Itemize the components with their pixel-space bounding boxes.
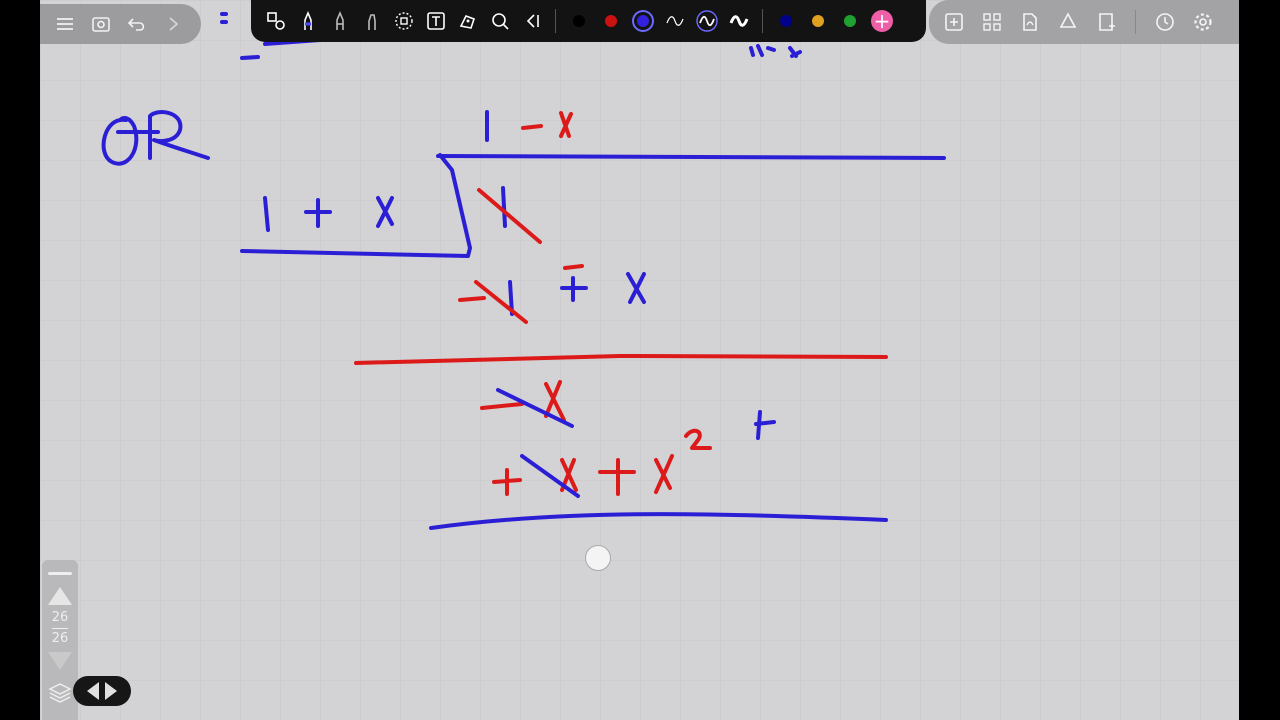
- highlighter-icon[interactable]: [357, 6, 387, 36]
- recycle-icon[interactable]: [1053, 7, 1083, 37]
- pencil-icon[interactable]: [325, 6, 355, 36]
- page-arrows: [73, 676, 131, 706]
- menu-icon[interactable]: [50, 9, 80, 39]
- color-red-swatch[interactable]: [596, 6, 626, 36]
- camera-icon[interactable]: [86, 9, 116, 39]
- redo-icon[interactable]: [158, 9, 188, 39]
- color-blue-swatch[interactable]: [628, 6, 658, 36]
- bookmark-add-icon[interactable]: [1091, 7, 1121, 37]
- previous-page-icon[interactable]: [87, 682, 99, 700]
- grid-view-icon[interactable]: [977, 7, 1007, 37]
- stroke-medium-icon[interactable]: [692, 6, 722, 36]
- right-toolbar: [929, 0, 1239, 44]
- shapes-icon[interactable]: [261, 6, 291, 36]
- ink-or: [101, 110, 210, 166]
- next-page-icon[interactable]: [105, 682, 117, 700]
- pointer-cursor: [585, 545, 611, 571]
- page-down-icon[interactable]: [48, 652, 72, 670]
- text-icon[interactable]: [421, 6, 451, 36]
- stroke-thick-icon[interactable]: [724, 6, 754, 36]
- add-page-icon[interactable]: [939, 7, 969, 37]
- undo-icon[interactable]: [122, 9, 152, 39]
- toolbar-divider: [762, 9, 763, 33]
- gear-icon[interactable]: [1188, 7, 1218, 37]
- left-toolbar: [40, 4, 201, 44]
- image-icon[interactable]: [453, 6, 483, 36]
- drag-handle[interactable]: [48, 572, 72, 575]
- total-pages: 26: [51, 631, 69, 646]
- clock-icon[interactable]: [1150, 7, 1180, 37]
- lasso-icon[interactable]: [389, 6, 419, 36]
- page-counter: 26 26: [52, 611, 69, 646]
- collapse-icon[interactable]: [517, 6, 547, 36]
- color-black-swatch[interactable]: [564, 6, 594, 36]
- layers-icon[interactable]: [47, 680, 73, 706]
- pen-icon[interactable]: [293, 6, 323, 36]
- toolbar-divider: [1135, 10, 1136, 34]
- main-toolbar: +: [251, 0, 926, 42]
- plus-icon: +: [871, 10, 893, 32]
- toolbar-divider: [555, 9, 556, 33]
- add-color-button[interactable]: +: [867, 6, 897, 36]
- current-page: 26: [51, 610, 69, 625]
- color-green-swatch[interactable]: [835, 6, 865, 36]
- page-navigator: 26 26: [42, 560, 78, 720]
- color-yellow-swatch[interactable]: [803, 6, 833, 36]
- stroke-thin-icon[interactable]: [660, 6, 690, 36]
- laser-icon[interactable]: [485, 6, 515, 36]
- whiteboard-app: + 26 26: [40, 0, 1239, 720]
- handwritten-ink: [101, 12, 946, 530]
- color-navy-swatch[interactable]: [771, 6, 801, 36]
- page-up-icon[interactable]: [48, 587, 72, 605]
- pdf-icon[interactable]: [1015, 7, 1045, 37]
